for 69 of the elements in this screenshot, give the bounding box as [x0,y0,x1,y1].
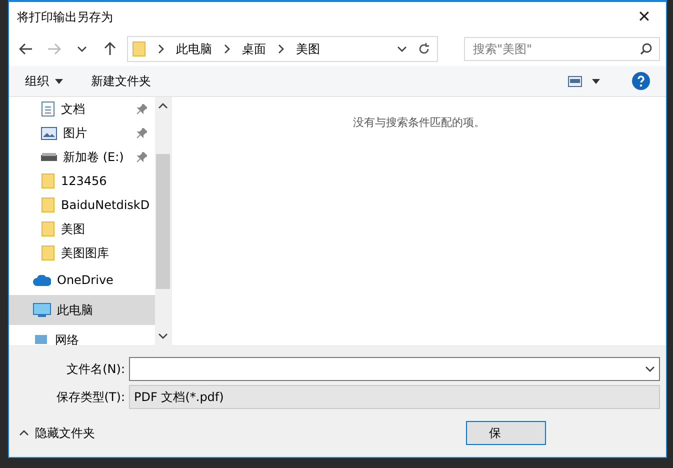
folder-icon [41,245,55,261]
nav-label: 美图 [61,220,85,238]
chevron-down-icon [645,364,655,374]
cloud-icon [33,274,51,286]
scroll-up-icon [158,101,168,111]
nav-item[interactable]: 美图 [9,217,155,241]
nav-item[interactable]: 文档 [9,97,155,121]
chevron-right-icon [156,44,166,54]
help-icon[interactable] [632,72,650,90]
image-icon [41,126,57,140]
nav-item[interactable]: 网络 [9,325,155,345]
pin-icon [137,104,147,114]
nav-item[interactable]: 图片 [9,121,155,145]
folder-icon [41,197,55,213]
close-button[interactable]: ✕ [622,2,666,32]
filetype-dropdown[interactable]: PDF 文档(*.pdf) [129,385,660,409]
arrow-up-icon [104,42,116,56]
folder-icon [132,41,146,57]
network-icon [33,333,49,345]
nav-item[interactable]: 美图图库 [9,241,155,265]
nav-label: BaiduNetdiskD [61,198,150,212]
caret-icon [592,78,600,84]
nav-item[interactable]: 此电脑 [9,295,155,325]
organize-menu[interactable]: 组织 [25,72,63,90]
monitor-icon [33,303,51,317]
new-folder-button[interactable]: 新建文件夹 [91,72,151,90]
pin-icon [137,128,147,138]
window-title: 将打印输出另存为 [17,8,113,26]
search-icon [640,43,652,55]
scroll-down-icon [158,331,168,341]
chevron-right-icon [276,44,286,54]
breadcrumb[interactable]: 美图 [296,40,320,58]
document-icon [41,101,55,117]
nav-label: 图片 [63,124,87,142]
filetype-label: 保存类型(T): [55,388,126,406]
search-field[interactable]: 搜索"美图" [464,37,660,61]
caret-icon [55,78,63,84]
chevron-down-icon [77,44,87,54]
nav-label: 此电脑 [57,302,93,318]
empty-message: 没有与搜索条件匹配的项。 [353,115,485,129]
scrollbar-thumb[interactable] [156,154,170,288]
chevron-down-icon [397,44,407,54]
nav-label: 123456 [61,174,107,188]
pin-icon [137,152,147,162]
folder-icon [41,173,55,189]
drive-icon [41,153,57,161]
nav-item[interactable]: 123456 [9,169,155,193]
breadcrumb[interactable]: 此电脑 [176,40,212,58]
nav-label: 网络 [55,332,79,345]
chevron-up-icon [19,428,29,438]
nav-item[interactable]: 新加卷 (E:) [9,145,155,169]
nav-label: OneDrive [57,273,114,287]
chevron-right-icon [222,44,232,54]
breadcrumb[interactable]: 桌面 [242,40,266,58]
save-button[interactable]: 保 [466,421,546,445]
nav-label: 文档 [61,100,85,118]
folder-icon [41,221,55,237]
view-icon [568,76,582,86]
address-bar[interactable]: 此电脑 桌面 美图 [127,36,438,62]
filename-field[interactable] [129,357,660,381]
hide-folders-button[interactable]: 隐藏文件夹 [19,424,95,442]
refresh-icon[interactable] [417,42,431,56]
nav-item[interactable]: BaiduNetdiskD [9,193,155,217]
arrow-right-icon [47,43,61,55]
nav-item[interactable]: OneDrive [9,265,155,295]
nav-label: 新加卷 (E:) [63,148,124,166]
nav-label: 美图图库 [61,244,109,262]
arrow-left-icon [19,43,33,55]
filename-label: 文件名(N): [66,360,126,378]
